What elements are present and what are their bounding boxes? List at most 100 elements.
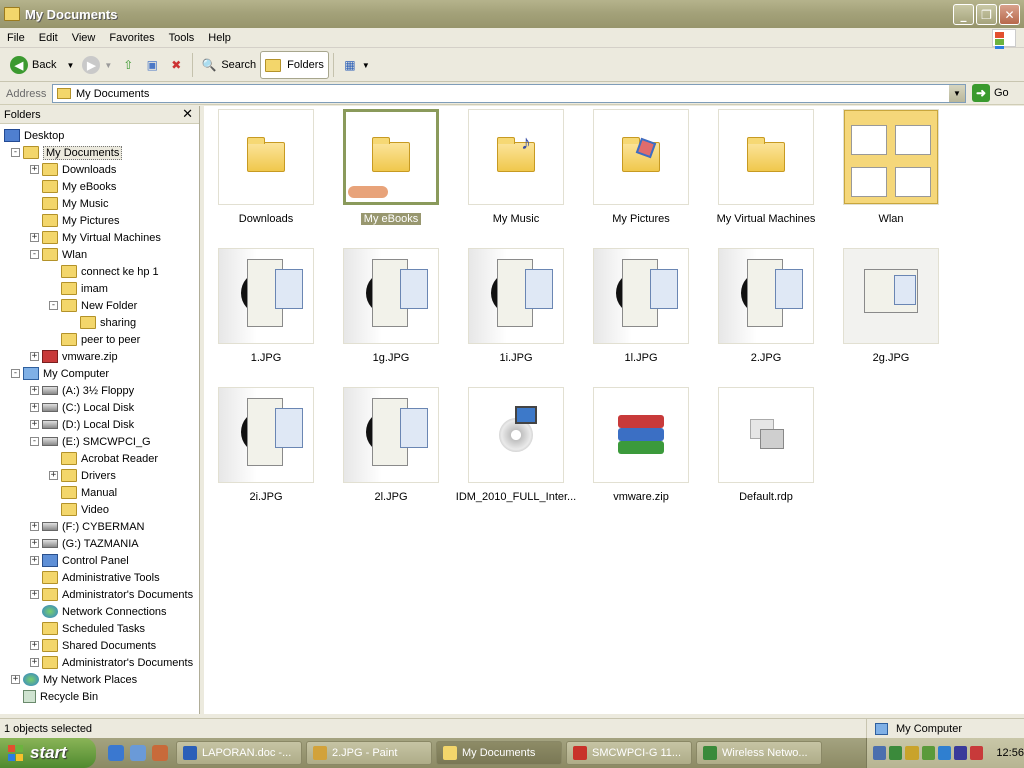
tree-item[interactable]: My Pictures bbox=[42, 212, 119, 229]
tree-item[interactable]: sharing bbox=[80, 314, 136, 331]
file-item[interactable]: 1.JPG bbox=[204, 248, 324, 372]
tree-expander-icon[interactable]: + bbox=[30, 165, 39, 174]
tray-app-icon[interactable] bbox=[970, 746, 984, 760]
tray-app-icon[interactable] bbox=[905, 746, 919, 760]
file-item[interactable]: My eBooks bbox=[329, 109, 449, 233]
tree-item[interactable]: Desktop bbox=[4, 127, 64, 144]
tree-expander-icon[interactable]: + bbox=[30, 522, 39, 531]
wireless-icon[interactable] bbox=[889, 746, 903, 760]
tree-item[interactable]: New Folder bbox=[61, 297, 137, 314]
tray-app-icon[interactable] bbox=[954, 746, 968, 760]
tree-expander-icon[interactable]: + bbox=[30, 420, 39, 429]
close-button[interactable]: ✕ bbox=[999, 4, 1020, 25]
tree-expander-icon[interactable]: - bbox=[49, 301, 58, 310]
tree-expander-icon[interactable]: + bbox=[49, 471, 58, 480]
tree-item[interactable]: My Music bbox=[42, 195, 108, 212]
taskbar-button[interactable]: My Documents bbox=[436, 741, 562, 765]
tree-expander-icon[interactable]: + bbox=[30, 352, 39, 361]
address-field[interactable]: My Documents ▼ bbox=[52, 84, 966, 103]
file-item[interactable]: My Virtual Machines bbox=[704, 109, 824, 233]
close-icon[interactable]: ✕ bbox=[182, 107, 193, 122]
tree-item[interactable]: peer to peer bbox=[61, 331, 140, 348]
file-item[interactable]: 2.JPG bbox=[704, 248, 824, 372]
tree-item[interactable]: (E:) SMCWPCI_G bbox=[42, 433, 151, 450]
tree-item[interactable]: Recycle Bin bbox=[23, 688, 98, 705]
file-item[interactable]: Downloads bbox=[204, 109, 324, 233]
tree-item[interactable]: connect ke hp 1 bbox=[61, 263, 159, 280]
file-item[interactable]: Wlan bbox=[829, 109, 949, 233]
file-item[interactable]: vmware.zip bbox=[579, 387, 699, 511]
taskbar-button[interactable]: SMCWPCI-G 11... bbox=[566, 741, 692, 765]
network-icon[interactable] bbox=[873, 746, 887, 760]
move-to-button[interactable]: ▣ bbox=[140, 51, 164, 79]
menu-help[interactable]: Help bbox=[201, 32, 238, 44]
tree-item[interactable]: (A:) 3½ Floppy bbox=[42, 382, 134, 399]
tree-item[interactable]: vmware.zip bbox=[42, 348, 118, 365]
tree-item[interactable]: (C:) Local Disk bbox=[42, 399, 134, 416]
file-item[interactable]: 1l.JPG bbox=[579, 248, 699, 372]
start-button[interactable]: start bbox=[0, 738, 96, 768]
tree-item[interactable]: Acrobat Reader bbox=[61, 450, 158, 467]
file-item[interactable]: IDM_2010_FULL_Inter... bbox=[454, 387, 576, 511]
tree-item[interactable]: imam bbox=[61, 280, 108, 297]
menu-edit[interactable]: Edit bbox=[32, 32, 65, 44]
tree-item[interactable]: Downloads bbox=[42, 161, 116, 178]
tree-item[interactable]: Control Panel bbox=[42, 552, 129, 569]
file-item[interactable]: Default.rdp bbox=[704, 387, 824, 511]
tree-expander-icon[interactable]: + bbox=[30, 590, 39, 599]
tree-expander-icon[interactable]: + bbox=[30, 233, 39, 242]
menu-tools[interactable]: Tools bbox=[162, 32, 202, 44]
views-button[interactable]: ▦ ▼ bbox=[338, 51, 374, 79]
tree-item[interactable]: Video bbox=[61, 501, 109, 518]
dropdown-arrow-icon[interactable]: ▼ bbox=[104, 61, 112, 70]
menu-view[interactable]: View bbox=[65, 32, 103, 44]
menu-favorites[interactable]: Favorites bbox=[102, 32, 161, 44]
tree-expander-icon[interactable]: - bbox=[11, 148, 20, 157]
tree-expander-icon[interactable]: - bbox=[11, 369, 20, 378]
tree-expander-icon[interactable]: + bbox=[30, 556, 39, 565]
file-item[interactable]: 1g.JPG bbox=[329, 248, 449, 372]
tree-expander-icon[interactable]: - bbox=[30, 437, 39, 446]
minimize-button[interactable]: _ bbox=[953, 4, 974, 25]
tree-item[interactable]: My Virtual Machines bbox=[42, 229, 161, 246]
tree-item[interactable]: My Computer bbox=[23, 365, 109, 382]
dropdown-arrow-icon[interactable]: ▼ bbox=[66, 61, 74, 70]
folders-button[interactable]: Folders bbox=[260, 51, 329, 79]
tree-item[interactable]: Administrator's Documents bbox=[42, 654, 193, 671]
file-item[interactable]: ♪ My Music bbox=[454, 109, 574, 233]
tree-item[interactable]: (F:) CYBERMAN bbox=[42, 518, 145, 535]
tree-expander-icon[interactable]: + bbox=[30, 386, 39, 395]
tray-app-icon[interactable] bbox=[937, 746, 952, 760]
tree-item[interactable]: (D:) Local Disk bbox=[42, 416, 134, 433]
up-button[interactable]: ⇧ bbox=[116, 51, 140, 79]
file-item[interactable]: 1i.JPG bbox=[454, 248, 574, 372]
tree-expander-icon[interactable]: + bbox=[11, 675, 20, 684]
taskbar-button[interactable]: LAPORAN.doc -... bbox=[176, 741, 302, 765]
tray-app-icon[interactable] bbox=[921, 746, 935, 760]
tree-item[interactable]: Administrative Tools bbox=[42, 569, 160, 586]
internet-explorer-icon[interactable] bbox=[108, 745, 124, 761]
tree-expander-icon[interactable]: + bbox=[30, 403, 39, 412]
tree-item[interactable]: My eBooks bbox=[42, 178, 116, 195]
tree-item[interactable]: Drivers bbox=[61, 467, 116, 484]
taskbar-button[interactable]: Wireless Netwo... bbox=[696, 741, 822, 765]
tree-item[interactable]: Scheduled Tasks bbox=[42, 620, 145, 637]
media-icon[interactable] bbox=[152, 745, 168, 761]
forward-button[interactable]: ▶ ▼ bbox=[78, 51, 116, 79]
tree-item[interactable]: My Documents bbox=[23, 144, 123, 161]
search-button[interactable]: 🔍 Search bbox=[197, 51, 260, 79]
tree-item[interactable]: My Network Places bbox=[23, 671, 137, 688]
tree-expander-icon[interactable]: - bbox=[30, 250, 39, 259]
tree-expander-icon[interactable]: + bbox=[30, 658, 39, 667]
tree-item[interactable]: Administrator's Documents bbox=[42, 586, 193, 603]
file-item[interactable]: 2l.JPG bbox=[329, 387, 449, 511]
title-bar[interactable]: My Documents _ ❐ ✕ bbox=[0, 0, 1024, 28]
tree-item[interactable]: Manual bbox=[61, 484, 117, 501]
tree-item[interactable]: Shared Documents bbox=[42, 637, 156, 654]
tree-item[interactable]: (G:) TAZMANIA bbox=[42, 535, 139, 552]
maximize-button[interactable]: ❐ bbox=[976, 4, 997, 25]
tree-expander-icon[interactable]: + bbox=[30, 539, 39, 548]
address-dropdown-icon[interactable]: ▼ bbox=[949, 85, 965, 102]
tree-item[interactable]: Wlan bbox=[42, 246, 87, 263]
go-button[interactable]: ➜ Go bbox=[972, 84, 1009, 102]
